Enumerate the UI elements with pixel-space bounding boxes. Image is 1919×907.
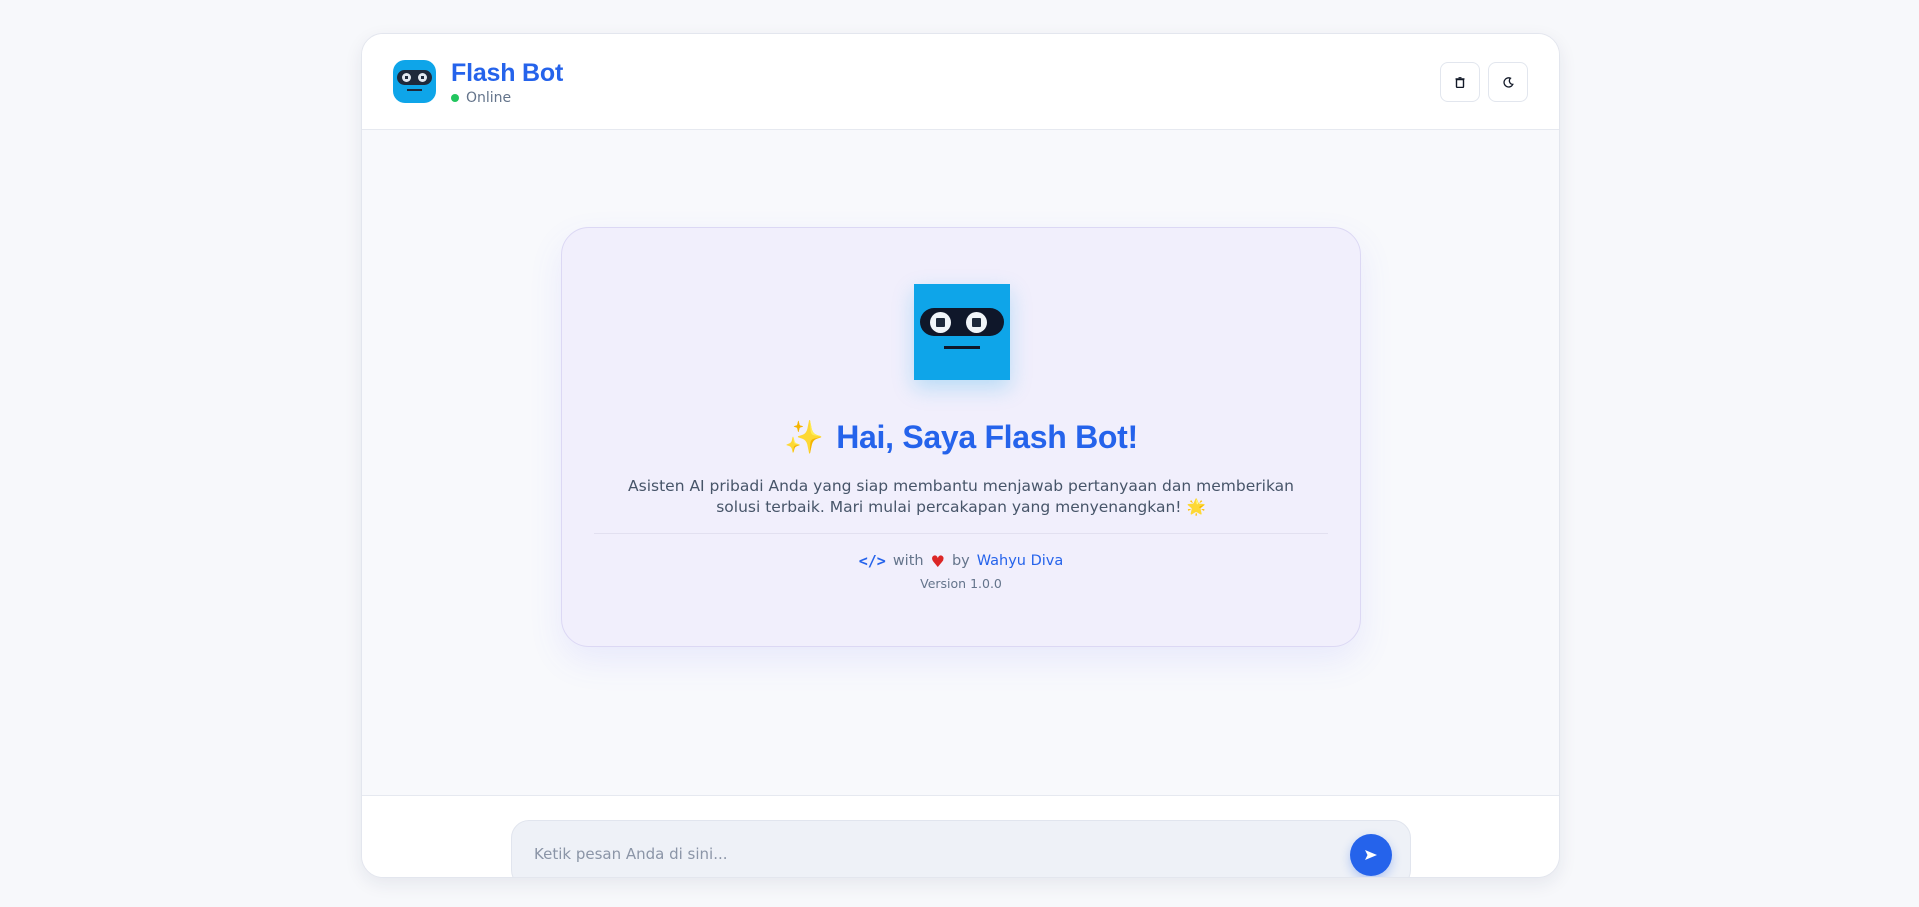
welcome-card: ✨ Hai, Saya Flash Bot! Asisten AI pribad…	[561, 227, 1361, 647]
moon-icon	[1502, 76, 1514, 88]
divider	[594, 533, 1328, 534]
star-icon: 🌟	[1186, 498, 1206, 516]
bot-mouth	[944, 346, 980, 349]
credit-by: by	[951, 553, 970, 569]
bot-eye	[966, 312, 987, 333]
bot-logo-icon	[914, 284, 1010, 380]
author-link[interactable]: Wahyu Diva	[977, 553, 1064, 569]
chat-area[interactable]: ✨ Hai, Saya Flash Bot! Asisten AI pribad…	[362, 130, 1559, 795]
message-input[interactable]	[534, 838, 1324, 870]
theme-toggle-button[interactable]	[1488, 62, 1528, 102]
code-icon: </>	[858, 552, 886, 570]
bot-avatar-icon	[393, 60, 436, 103]
status-label: Online	[466, 90, 512, 106]
bot-eye	[930, 312, 951, 333]
welcome-description: Asisten AI pribadi Anda yang siap memban…	[612, 476, 1310, 518]
heart-icon: ♥	[930, 551, 945, 571]
welcome-title: ✨ Hai, Saya Flash Bot!	[562, 418, 1360, 456]
message-composer	[362, 795, 1559, 877]
message-input-wrapper	[511, 820, 1411, 877]
chat-header: Flash Bot Online	[362, 34, 1559, 130]
bot-eye	[418, 73, 427, 82]
trash-icon	[1455, 76, 1465, 88]
bot-mask	[397, 70, 432, 85]
credit-with: with	[892, 553, 924, 569]
send-icon	[1365, 850, 1377, 860]
send-button[interactable]	[1350, 834, 1392, 876]
online-dot-icon	[451, 94, 459, 102]
bot-mouth	[407, 89, 422, 91]
welcome-title-text: Hai, Saya Flash Bot!	[836, 419, 1138, 455]
credit-line: </> with ♥ by Wahyu Diva	[562, 550, 1360, 572]
bot-status: Online	[451, 89, 511, 107]
bot-eye	[402, 73, 411, 82]
chat-app-window: Flash Bot Online ✨ Hai, Saya Flash Bot! …	[361, 33, 1560, 878]
sparkle-icon: ✨	[784, 419, 824, 455]
bot-mask	[920, 308, 1004, 336]
version-label: Version 1.0.0	[920, 576, 1002, 591]
bot-title: Flash Bot	[451, 59, 564, 87]
clear-chat-button[interactable]	[1440, 62, 1480, 102]
